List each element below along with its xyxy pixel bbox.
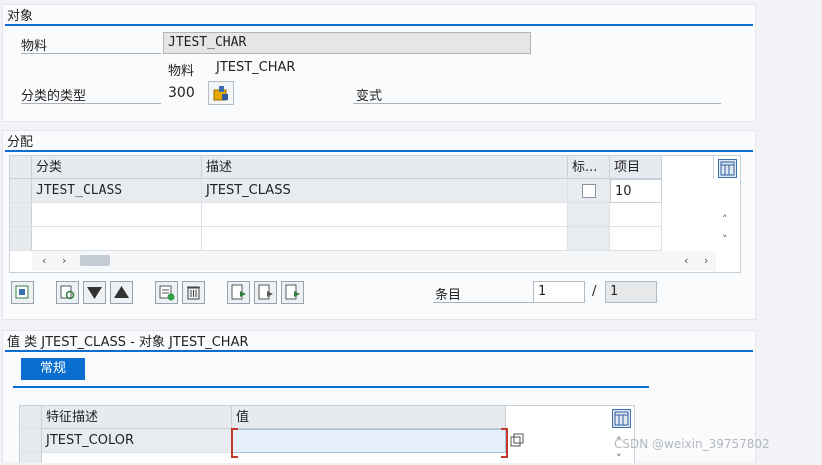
document-arrow-icon [231,284,246,300]
entries-underline [433,302,533,303]
table-settings-icon [720,161,735,176]
triangle-up-icon [114,286,129,298]
values-panel-divider [5,350,753,352]
table-settings-icon [614,411,629,426]
scroll-right-end-icon[interactable]: › [704,254,708,267]
row-selector[interactable] [10,179,32,203]
value-help-button[interactable] [510,433,524,447]
trash-icon [187,286,200,300]
table-settings-button[interactable] [718,159,737,178]
change-class-type-button[interactable] [208,81,234,105]
value-help-icon [510,433,524,447]
details-button[interactable] [11,281,34,304]
details-icon [15,285,29,299]
scroll-right-icon[interactable]: › [62,254,66,267]
object-panel-title: 对象 [7,9,34,24]
empty-cell[interactable] [32,227,202,251]
object-panel-divider [5,24,753,26]
entries-total-field: 1 [605,281,657,303]
value-focus-corner-right [501,428,508,458]
assignment-panel-divider [5,150,753,152]
empty-cell[interactable] [568,203,610,227]
document-arrow-icon [285,284,300,300]
material-label: 物料 [21,39,48,54]
scroll-up-icon[interactable]: ˄ [722,213,728,226]
cell-class[interactable]: JTEST_CLASS [32,179,202,203]
tab-general[interactable]: 常规 [21,358,85,380]
value-focus-corner-left [231,428,238,458]
class-type-underline [21,103,161,104]
assignment-panel: 分配 分类 描述 标... 项目 JTEST_CLASS JTEST_CLASS… [2,130,756,320]
move-up-button[interactable] [110,281,133,304]
table-settings-button[interactable] [612,409,631,428]
document-action-1-button[interactable] [227,281,250,304]
entries-separator: / [592,284,597,299]
header-filler [662,156,714,179]
values-panel-title: 值 类 JTEST_CLASS - 对象 JTEST_CHAR [7,335,249,350]
delete-button[interactable] [182,281,205,304]
scroll-thumb[interactable] [80,255,110,266]
move-down-button[interactable] [83,281,106,304]
tab-strip-line [13,386,649,388]
search-icon [60,285,75,300]
column-header-value[interactable]: 值 [232,406,506,429]
variant-label: 变式 [356,89,383,104]
add-row-icon [159,285,175,301]
entries-label: 条目 [435,288,462,303]
header-selector [20,406,42,429]
material-field[interactable]: JTEST_CHAR [163,32,531,54]
scroll-left-end-icon[interactable]: ‹ [684,254,688,267]
flag-checkbox[interactable] [582,184,596,198]
cell-flag[interactable] [568,179,610,203]
variant-underline [353,103,721,104]
document-action-3-button[interactable] [281,281,304,304]
add-row-button[interactable] [155,281,178,304]
watermark: CSDN @weixin_39757802 [614,437,770,451]
search-button[interactable] [56,281,79,304]
sub-caption-material-value: JTEST_CHAR [216,60,296,75]
sub-caption-material-label: 物料 [168,64,195,79]
empty-cell[interactable] [610,203,662,227]
row-selector[interactable] [10,203,32,227]
cell-description[interactable]: JTEST_CLASS [202,179,568,203]
column-header-item[interactable]: 项目 [610,156,662,179]
document-action-2-button[interactable] [254,281,277,304]
characteristic-values-table: 特征描述 值 JTEST_COLOR ˄ ˅ [19,405,635,465]
document-arrow-icon [258,284,273,300]
class-type-label: 分类的类型 [21,89,87,104]
assignment-table: 分类 描述 标... 项目 JTEST_CLASS JTEST_CLASS 10… [9,155,741,273]
assignment-panel-title: 分配 [7,135,34,150]
cell-value[interactable] [232,429,506,453]
column-header-description[interactable]: 描述 [202,156,568,179]
scroll-down-icon[interactable]: ˅ [616,452,622,465]
scroll-left-icon[interactable]: ‹ [42,254,46,267]
empty-cell[interactable] [32,203,202,227]
class-type-value: 300 [168,85,195,101]
folder-lock-icon [213,86,228,101]
entries-current-field[interactable]: 1 [533,281,585,303]
scroll-down-icon[interactable]: ˅ [722,233,728,246]
object-panel: 对象 物料 JTEST_CHAR 物料 JTEST_CHAR 分类的类型 300… [2,4,756,122]
empty-cell[interactable] [202,203,568,227]
row-selector[interactable] [20,453,42,463]
empty-cell[interactable] [568,227,610,251]
empty-cell[interactable] [202,227,568,251]
row-selector[interactable] [20,429,42,453]
header-selector [10,156,32,179]
material-label-underline [21,53,161,54]
row-selector[interactable] [10,227,32,251]
column-header-class[interactable]: 分类 [32,156,202,179]
triangle-down-icon [87,287,102,299]
horizontal-scrollbar[interactable]: ‹ › ‹ › [32,251,716,271]
cell-characteristic-description[interactable]: JTEST_COLOR [42,429,232,453]
column-header-characteristic-description[interactable]: 特征描述 [42,406,232,429]
column-header-flag[interactable]: 标... [568,156,610,179]
cell-item[interactable]: 10 [610,179,662,203]
empty-cell[interactable] [610,227,662,251]
